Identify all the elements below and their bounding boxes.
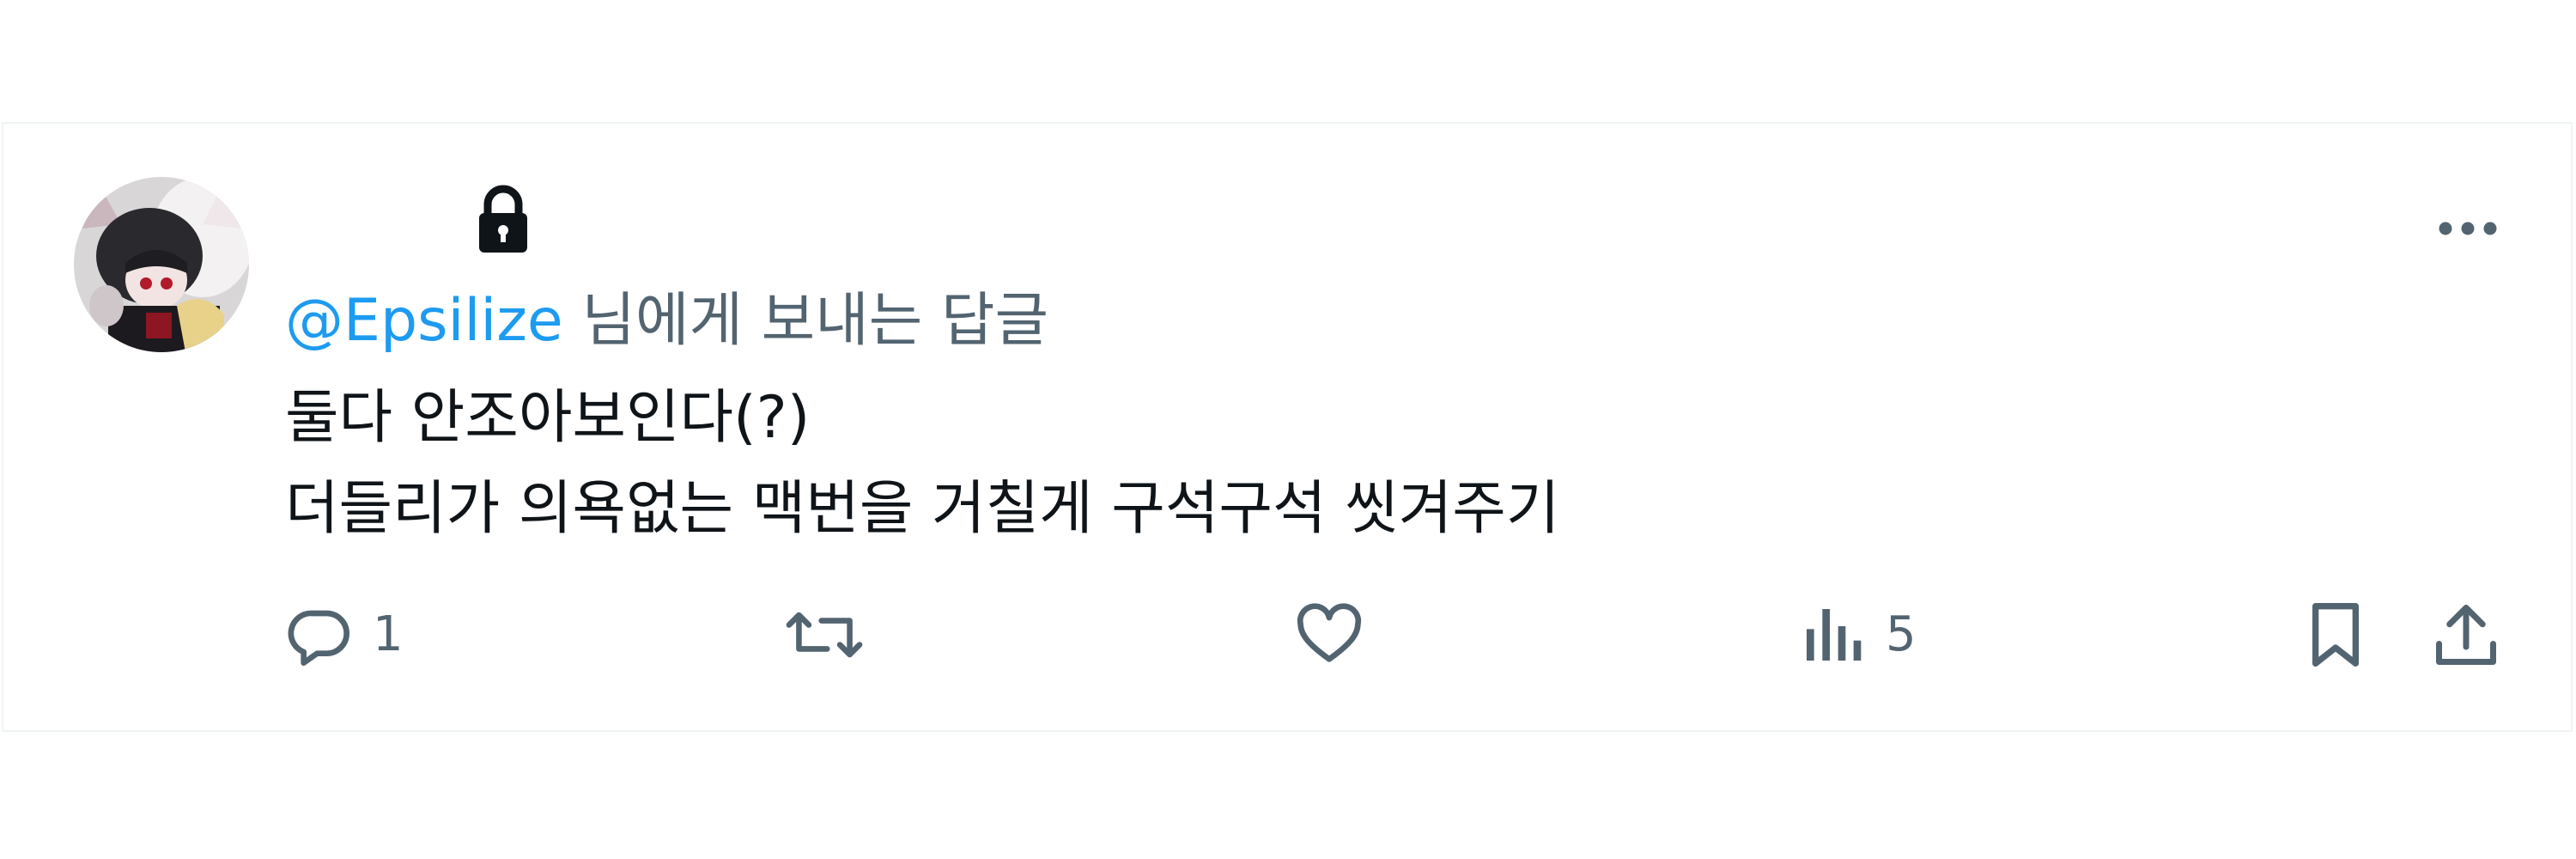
reply-button[interactable]: 1: [285, 588, 404, 682]
retweet-icon: [786, 612, 863, 658]
analytics-icon: [1807, 609, 1862, 661]
share-icon: [2436, 605, 2496, 665]
replying-to: @Epsilize 님에게 보내는 답글: [285, 282, 1048, 361]
reply-icon: [288, 610, 349, 666]
tweet-card[interactable]: @Epsilize 님에게 보내는 답글 둘다 안조아보인다(?) 더들리가 의…: [2, 122, 2573, 732]
tweet-text-line: 더들리가 의욕없는 맥번을 거칠게 구석구석 씻겨주기: [285, 475, 1560, 543]
share-button[interactable]: [2430, 588, 2502, 682]
retweet-button[interactable]: [785, 588, 864, 682]
replying-to-label: 님에게 보내는 답글: [581, 287, 1049, 355]
lock-icon: [479, 185, 527, 253]
more-horizontal-icon: [2439, 222, 2497, 235]
bookmark-button[interactable]: [2301, 588, 2370, 682]
views-count: 5: [1886, 606, 1917, 662]
like-button[interactable]: [1293, 588, 1365, 682]
tweet-text: 둘다 안조아보인다(?) 더들리가 의욕없는 맥번을 거칠게 구석구석 씻겨주기: [285, 373, 1559, 555]
reply-handle-link[interactable]: @Epsilize: [285, 287, 563, 355]
views-button[interactable]: 5: [1798, 588, 1917, 682]
bookmark-icon: [2312, 603, 2359, 667]
tweet-text-line: 둘다 안조아보인다(?): [285, 384, 811, 452]
more-options-button[interactable]: [2425, 194, 2511, 263]
reply-count: 1: [373, 606, 404, 662]
avatar[interactable]: [74, 177, 249, 352]
heart-icon: [1297, 603, 1362, 662]
